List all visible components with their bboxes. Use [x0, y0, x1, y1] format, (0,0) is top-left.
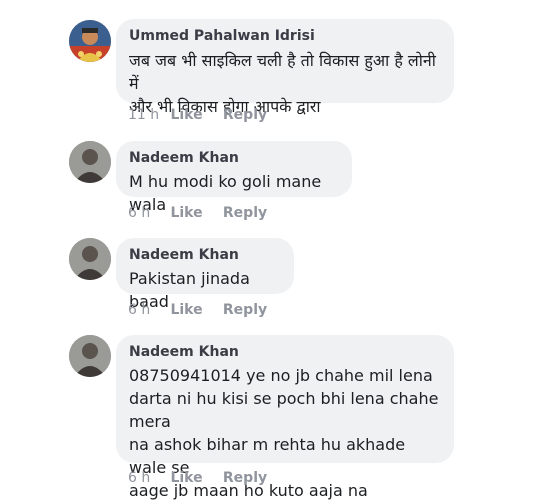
avatar[interactable] — [69, 141, 111, 183]
comment-author[interactable]: Ummed Pahalwan Idrisi — [129, 27, 442, 45]
like-button[interactable]: Like — [170, 469, 218, 487]
comment-author[interactable]: Nadeem Khan — [129, 149, 340, 167]
comment-bubble: Ummed Pahalwan Idrisi जब जब भी साइकिल चल… — [116, 19, 454, 116]
avatar[interactable] — [69, 20, 111, 62]
comment-timestamp[interactable]: 11 h — [128, 106, 166, 124]
comment-actions: 11 h Like Reply — [128, 106, 267, 124]
reply-button[interactable]: Reply — [223, 106, 267, 124]
reply-button[interactable]: Reply — [223, 204, 267, 222]
reply-button[interactable]: Reply — [223, 301, 267, 319]
comment-timestamp[interactable]: 6 h — [128, 469, 166, 487]
comment-bubble: Nadeem Khan Pakistan jinada baad — [116, 238, 294, 311]
comment-author[interactable]: Nadeem Khan — [129, 246, 282, 264]
comment-timestamp[interactable]: 6 h — [128, 204, 166, 222]
like-button[interactable]: Like — [170, 204, 218, 222]
like-button[interactable]: Like — [170, 106, 218, 124]
avatar[interactable] — [69, 238, 111, 280]
comment-timestamp[interactable]: 6 h — [128, 301, 166, 319]
like-button[interactable]: Like — [170, 301, 218, 319]
avatar[interactable] — [69, 335, 111, 377]
comment-actions: 6 h Like Reply — [128, 469, 267, 487]
comment-actions: 6 h Like Reply — [128, 301, 267, 319]
reply-button[interactable]: Reply — [223, 469, 267, 487]
comment-actions: 6 h Like Reply — [128, 204, 267, 222]
comment-author[interactable]: Nadeem Khan — [129, 343, 442, 361]
comment-bubble: Nadeem Khan M hu modi ko goli mane wala — [116, 141, 352, 214]
comment-bubble: Nadeem Khan 08750941014 ye no jb chahe m… — [116, 335, 454, 500]
